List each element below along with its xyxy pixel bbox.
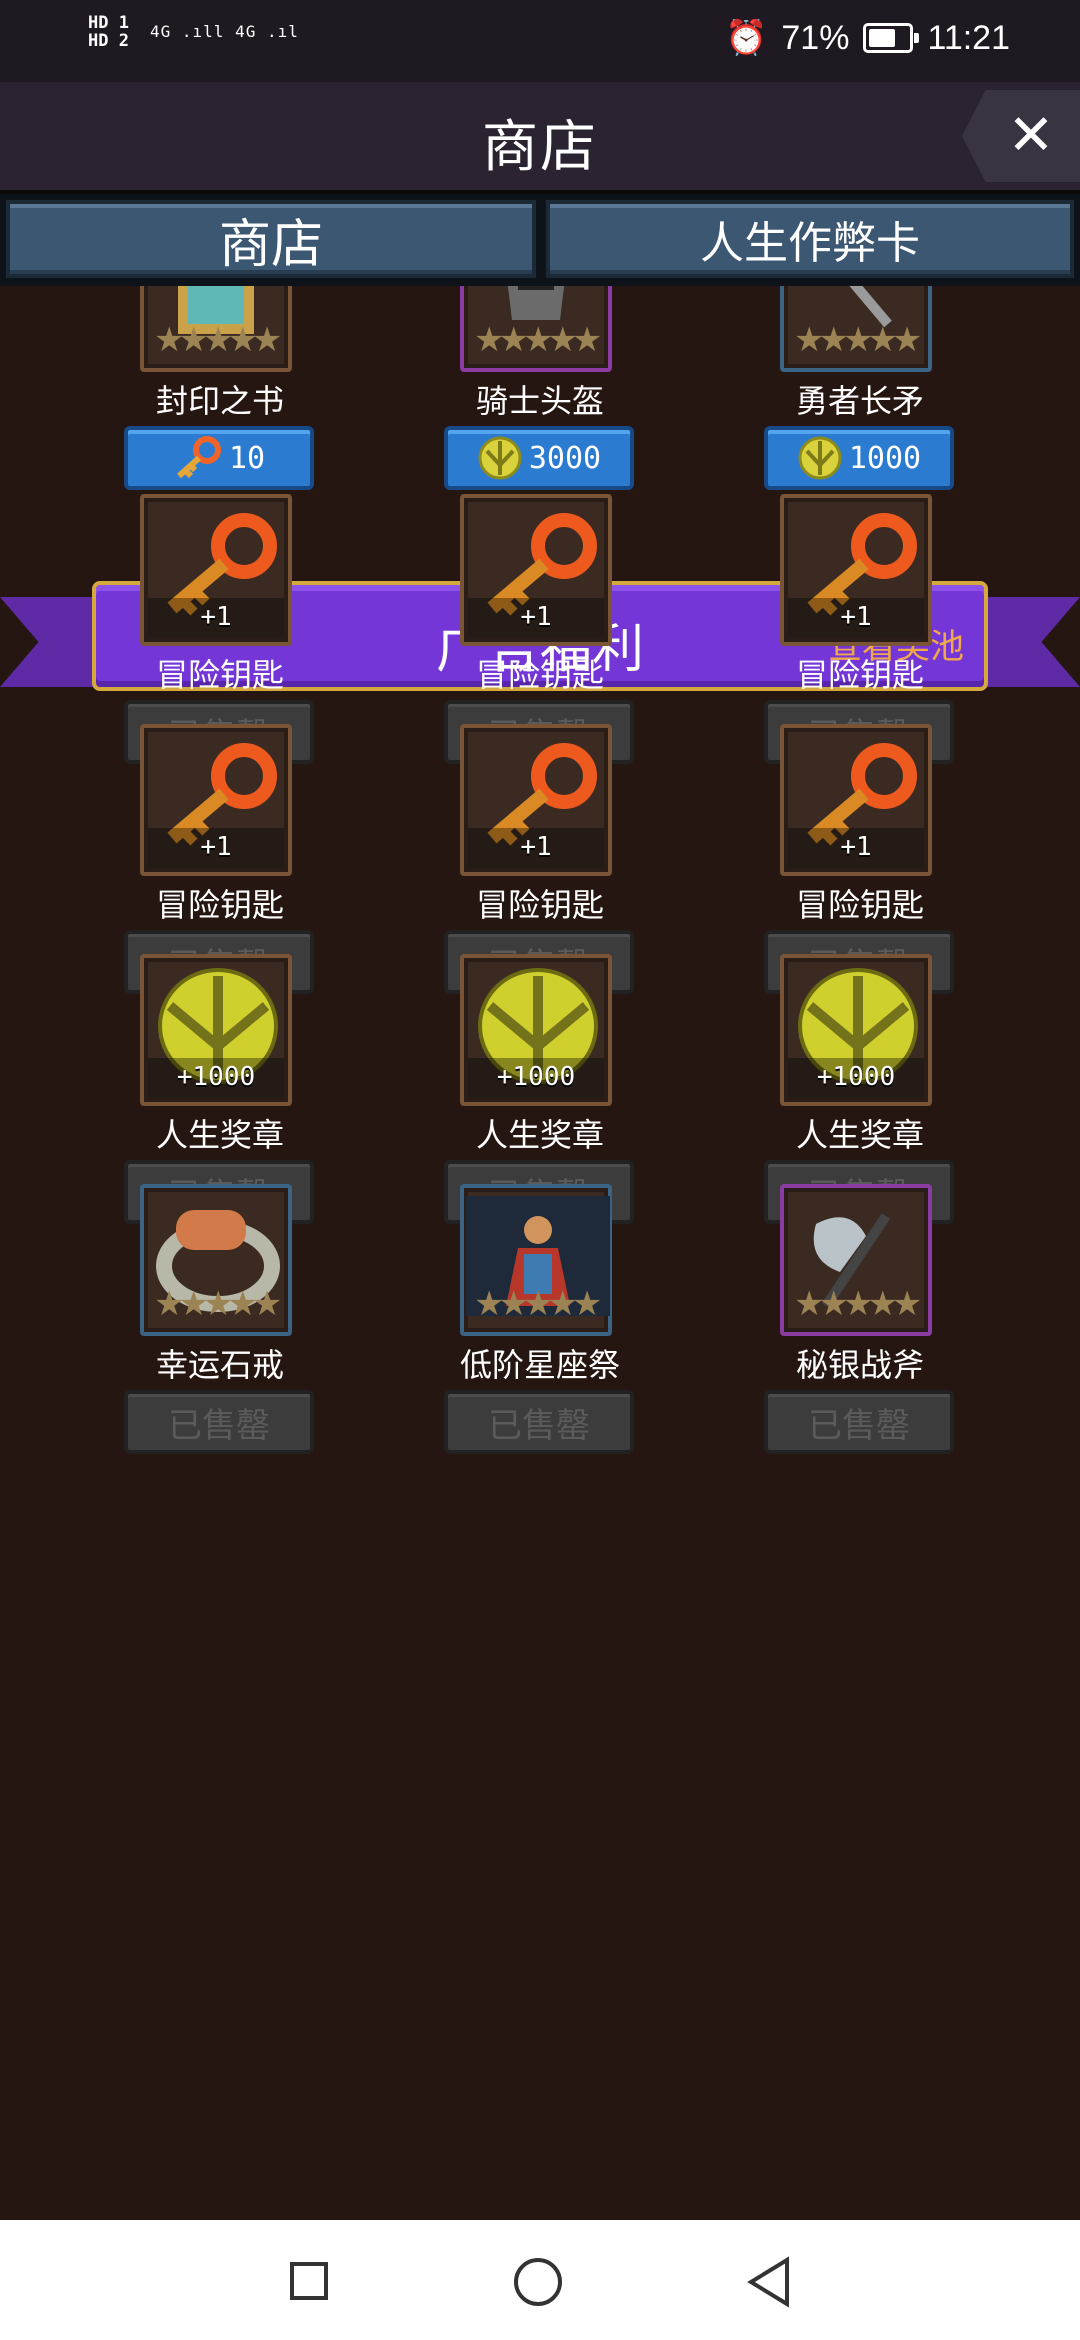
item-frame: +1000 — [140, 954, 292, 1106]
ad-item[interactable]: +1000 人生奖章 — [780, 954, 940, 1156]
item-frame: +1 — [460, 724, 612, 876]
item-frame: ★★★★★ — [780, 286, 932, 372]
tab-bar: 商店 人生作弊卡 — [0, 194, 1080, 286]
rarity-stars: ★★★★★ — [794, 320, 922, 360]
shop-item-hero-spear[interactable]: ★★★★★ 勇者长矛 — [780, 286, 940, 422]
shop-item-seal-book[interactable]: ★★★★★ 封印之书 — [140, 286, 300, 422]
shop-header: 商店 ✕ — [0, 82, 1080, 194]
item-name: 冒险钥匙 — [155, 657, 284, 693]
back-button[interactable] — [745, 2256, 793, 2308]
ad-item[interactable]: +1 冒险钥匙 — [460, 724, 620, 926]
item-name: 勇者长矛 — [795, 383, 924, 419]
sold-out-button[interactable]: 已售罄 — [124, 1390, 314, 1454]
recent-apps-button[interactable] — [290, 2262, 328, 2300]
item-name: 幸运石戒 — [155, 1347, 284, 1383]
battery-percent: 71% — [781, 18, 850, 57]
ad-item[interactable]: ★★★★★ 低阶星座祭 — [460, 1184, 620, 1386]
ad-item[interactable]: +1000 人生奖章 — [140, 954, 300, 1156]
item-name: 冒险钥匙 — [155, 887, 284, 923]
item-name: 冒险钥匙 — [475, 657, 604, 693]
item-frame: +1 — [460, 494, 612, 646]
buy-button-knight-helmet[interactable]: 3000 — [444, 426, 634, 490]
item-frame: ★★★★★ — [460, 286, 612, 372]
shop-item-knight-helmet[interactable]: ★★★★★ 骑士头盔 — [460, 286, 620, 422]
ad-item[interactable]: +1 冒险钥匙 — [140, 494, 300, 696]
item-name: 冒险钥匙 — [795, 887, 924, 923]
reward-amount: +1 — [520, 602, 552, 632]
rarity-stars: ★★★★★ — [794, 1284, 922, 1324]
reward-amount: +1 — [200, 602, 232, 632]
item-name: 人生奖章 — [155, 1117, 284, 1153]
item-name: 人生奖章 — [795, 1117, 924, 1153]
rarity-stars: ★★★★★ — [474, 320, 602, 360]
battery-icon — [863, 23, 920, 53]
item-name: 骑士头盔 — [475, 383, 604, 419]
item-name: 低阶星座祭 — [460, 1347, 621, 1383]
reward-amount: +1000 — [816, 1062, 896, 1092]
item-name: 人生奖章 — [475, 1117, 604, 1153]
item-frame: ★★★★★ — [140, 286, 292, 372]
ad-item[interactable]: ★★★★★ 秘银战斧 — [780, 1184, 940, 1386]
item-name: 冒险钥匙 — [475, 887, 604, 923]
signal-strength: 4G .ıll 4G .ıl — [150, 22, 299, 41]
ad-item[interactable]: +1 冒险钥匙 — [780, 724, 940, 926]
item-frame: ★★★★★ — [460, 1184, 612, 1336]
sold-out-button[interactable]: 已售罄 — [444, 1390, 634, 1454]
buy-button-hero-spear[interactable]: 1000 — [764, 426, 954, 490]
price-value: 3000 — [528, 440, 602, 476]
ad-item[interactable]: +1 冒险钥匙 — [780, 494, 940, 696]
reward-amount: +1 — [840, 602, 872, 632]
ad-item[interactable]: ★★★★★ 幸运石戒 — [140, 1184, 300, 1386]
item-name: 秘银战斧 — [795, 1347, 924, 1383]
ad-item[interactable]: +1 冒险钥匙 — [460, 494, 620, 696]
ad-item[interactable]: +1 冒险钥匙 — [140, 724, 300, 926]
alarm-icon: ⏰ — [725, 19, 768, 57]
tab-cheat-card[interactable]: 人生作弊卡 — [546, 200, 1074, 278]
status-bar: HD 1 HD 2 4G .ıll 4G .ıl ⏰ 71% 11:21 — [0, 0, 1080, 82]
item-frame: +1 — [780, 494, 932, 646]
medal-icon — [478, 436, 522, 480]
sim-indicator: HD 1 HD 2 — [88, 13, 129, 51]
key-icon — [176, 436, 221, 479]
buy-button-seal-book[interactable]: 10 — [124, 426, 314, 490]
reward-amount: +1 — [520, 832, 552, 862]
item-frame: +1 — [140, 494, 292, 646]
sold-out-button[interactable]: 已售罄 — [764, 1390, 954, 1454]
item-frame: +1 — [140, 724, 292, 876]
reward-amount: +1 — [840, 832, 872, 862]
item-frame: +1 — [780, 724, 932, 876]
reward-amount: +1 — [200, 832, 232, 862]
home-button[interactable] — [514, 2258, 562, 2306]
medal-icon — [798, 436, 842, 480]
price-value: 1000 — [848, 440, 922, 476]
rarity-stars: ★★★★★ — [154, 1284, 282, 1324]
reward-amount: +1000 — [496, 1062, 576, 1092]
reward-amount: +1000 — [176, 1062, 256, 1092]
rarity-stars: ★★★★★ — [474, 1284, 602, 1324]
close-icon: ✕ — [1007, 103, 1055, 168]
item-frame: +1000 — [460, 954, 612, 1106]
price-value: 10 — [228, 440, 266, 476]
system-nav-bar — [0, 2220, 1080, 2340]
item-name: 冒险钥匙 — [795, 657, 924, 693]
shop-content[interactable]: ★★★★★ 封印之书 10 ★★★★★ 骑士头盔 3000 ★★★★★ 勇者长矛… — [0, 286, 1080, 2220]
page-title: 商店 — [482, 115, 598, 178]
rarity-stars: ★★★★★ — [154, 320, 282, 360]
close-button[interactable]: ✕ — [962, 90, 1080, 182]
item-frame: ★★★★★ — [780, 1184, 932, 1336]
ad-item[interactable]: +1000 人生奖章 — [460, 954, 620, 1156]
item-frame: ★★★★★ — [140, 1184, 292, 1336]
tab-shop[interactable]: 商店 — [6, 200, 536, 278]
clock: 11:21 — [927, 18, 1010, 57]
item-frame: +1000 — [780, 954, 932, 1106]
item-name: 封印之书 — [155, 383, 284, 419]
